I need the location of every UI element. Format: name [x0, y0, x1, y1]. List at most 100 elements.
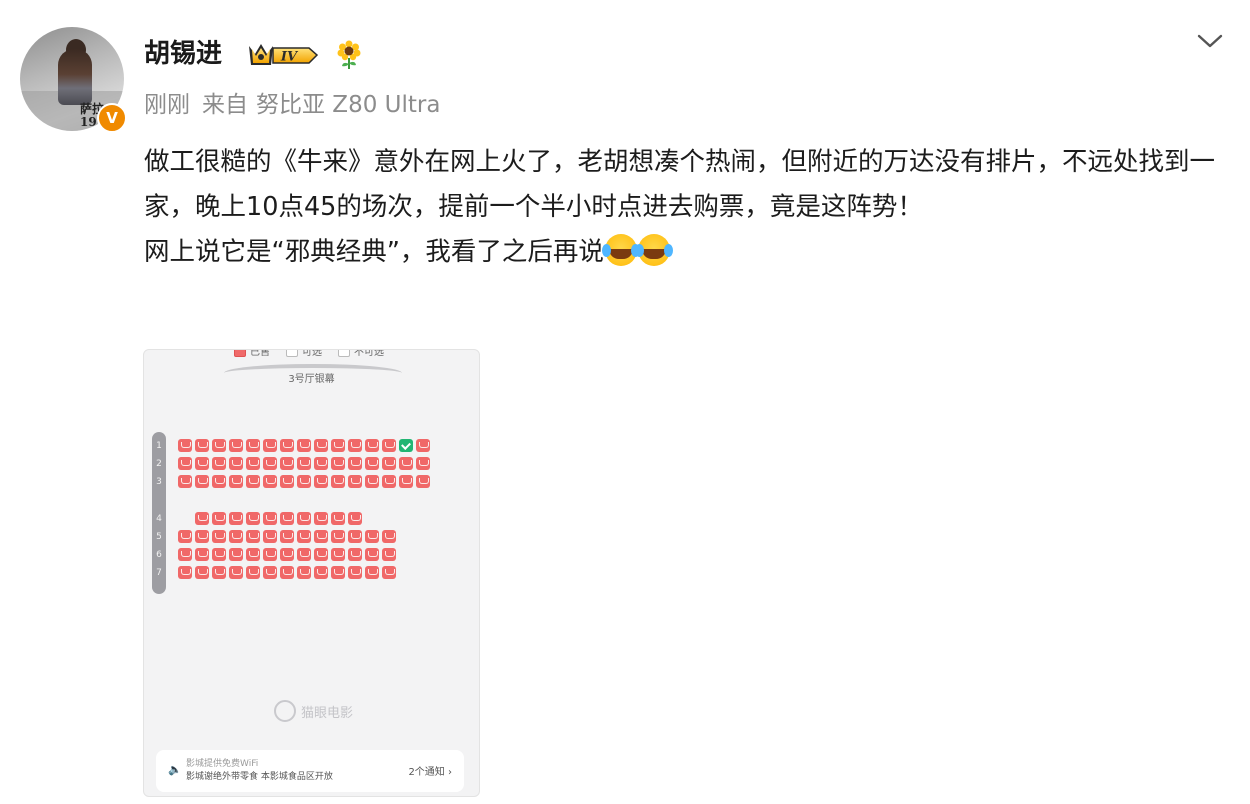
seat-sold[interactable] [212, 566, 226, 579]
seat-sold[interactable] [195, 512, 209, 525]
seat-sold[interactable] [297, 475, 311, 488]
seat-sold[interactable] [314, 457, 328, 470]
seat-sold[interactable] [229, 566, 243, 579]
seat-sold[interactable] [365, 548, 379, 561]
seat-sold[interactable] [178, 548, 192, 561]
seat-sold[interactable] [348, 512, 362, 525]
seat-sold[interactable] [314, 475, 328, 488]
seat-sold[interactable] [314, 530, 328, 543]
seat-sold[interactable] [416, 457, 430, 470]
seat-sold[interactable] [382, 548, 396, 561]
seat-sold[interactable] [246, 566, 260, 579]
seat-sold[interactable] [331, 530, 345, 543]
seat-sold[interactable] [297, 566, 311, 579]
seat-sold[interactable] [229, 439, 243, 452]
seat-sold[interactable] [246, 457, 260, 470]
seat-sold[interactable] [229, 475, 243, 488]
seat-sold[interactable] [263, 548, 277, 561]
seat-sold[interactable] [331, 439, 345, 452]
seat-sold[interactable] [195, 439, 209, 452]
seat-sold[interactable] [348, 530, 362, 543]
post-image[interactable]: 已售 可选 不可选 3号厅银幕 1 2 3 4 5 6 7 猫眼电影 🔈 影城提… [143, 349, 480, 797]
seat-sold[interactable] [280, 439, 294, 452]
seat-sold[interactable] [212, 548, 226, 561]
seat-sold[interactable] [331, 548, 345, 561]
seat-sold[interactable] [331, 475, 345, 488]
seat-sold[interactable] [212, 457, 226, 470]
seat-sold[interactable] [229, 548, 243, 561]
seat-sold[interactable] [229, 457, 243, 470]
seat-sold[interactable] [280, 566, 294, 579]
seat-sold[interactable] [297, 548, 311, 561]
seat-sold[interactable] [212, 475, 226, 488]
seat-sold[interactable] [246, 512, 260, 525]
seat-sold[interactable] [348, 475, 362, 488]
seat-sold[interactable] [263, 512, 277, 525]
seat-sold[interactable] [263, 475, 277, 488]
seat-sold[interactable] [348, 439, 362, 452]
seat-sold[interactable] [280, 475, 294, 488]
notice-count[interactable]: 2个通知 › [408, 763, 452, 778]
seat-sold[interactable] [246, 439, 260, 452]
seat-sold[interactable] [382, 439, 396, 452]
seat-sold[interactable] [178, 475, 192, 488]
seat-sold[interactable] [399, 475, 413, 488]
seat-sold[interactable] [297, 457, 311, 470]
seat-sold[interactable] [229, 512, 243, 525]
seat-sold[interactable] [331, 566, 345, 579]
seat-sold[interactable] [297, 530, 311, 543]
notice-bar[interactable]: 🔈 影城提供免费WiFi 影城谢绝外带零食 本影城食品区开放 2个通知 › [156, 750, 464, 792]
seat-sold[interactable] [348, 566, 362, 579]
seat-sold[interactable] [263, 566, 277, 579]
seat-sold[interactable] [399, 457, 413, 470]
seat-sold[interactable] [212, 512, 226, 525]
seat-sold[interactable] [263, 439, 277, 452]
seat-sold[interactable] [331, 512, 345, 525]
seat-sold[interactable] [314, 439, 328, 452]
seat-sold[interactable] [178, 439, 192, 452]
seat-sold[interactable] [314, 566, 328, 579]
chevron-down-icon[interactable] [1192, 27, 1228, 55]
seat-sold[interactable] [416, 439, 430, 452]
seat-sold[interactable] [280, 548, 294, 561]
seat-sold[interactable] [348, 457, 362, 470]
seat-sold[interactable] [178, 530, 192, 543]
seat-sold[interactable] [382, 475, 396, 488]
seat-sold[interactable] [229, 530, 243, 543]
seat-sold[interactable] [297, 512, 311, 525]
post-device[interactable]: 努比亚 Z80 Ultra [256, 92, 440, 118]
seat-sold[interactable] [195, 475, 209, 488]
seat-sold[interactable] [195, 457, 209, 470]
seat-sold[interactable] [314, 512, 328, 525]
seat-selected[interactable] [399, 439, 413, 452]
seat-sold[interactable] [365, 439, 379, 452]
seat-sold[interactable] [382, 566, 396, 579]
seat-sold[interactable] [382, 457, 396, 470]
seat-sold[interactable] [314, 548, 328, 561]
seat-sold[interactable] [178, 457, 192, 470]
seat-sold[interactable] [195, 548, 209, 561]
seat-sold[interactable] [263, 530, 277, 543]
seat-sold[interactable] [280, 512, 294, 525]
seat-sold[interactable] [212, 439, 226, 452]
author-name[interactable]: 胡锡进 [144, 34, 222, 74]
seat-sold[interactable] [297, 439, 311, 452]
seat-sold[interactable] [365, 475, 379, 488]
seat-sold[interactable] [212, 530, 226, 543]
seat-sold[interactable] [365, 566, 379, 579]
seat-sold[interactable] [365, 530, 379, 543]
seat-sold[interactable] [280, 457, 294, 470]
seat-sold[interactable] [246, 475, 260, 488]
seat-sold[interactable] [178, 566, 192, 579]
seat-sold[interactable] [246, 530, 260, 543]
seat-sold[interactable] [416, 475, 430, 488]
seat-sold[interactable] [246, 548, 260, 561]
crown-level-badge-icon[interactable]: IV [243, 40, 319, 70]
seat-sold[interactable] [195, 566, 209, 579]
seat-sold[interactable] [195, 530, 209, 543]
seat-sold[interactable] [331, 457, 345, 470]
seat-sold[interactable] [365, 457, 379, 470]
seat-sold[interactable] [348, 548, 362, 561]
seat-sold[interactable] [280, 530, 294, 543]
seat-sold[interactable] [263, 457, 277, 470]
